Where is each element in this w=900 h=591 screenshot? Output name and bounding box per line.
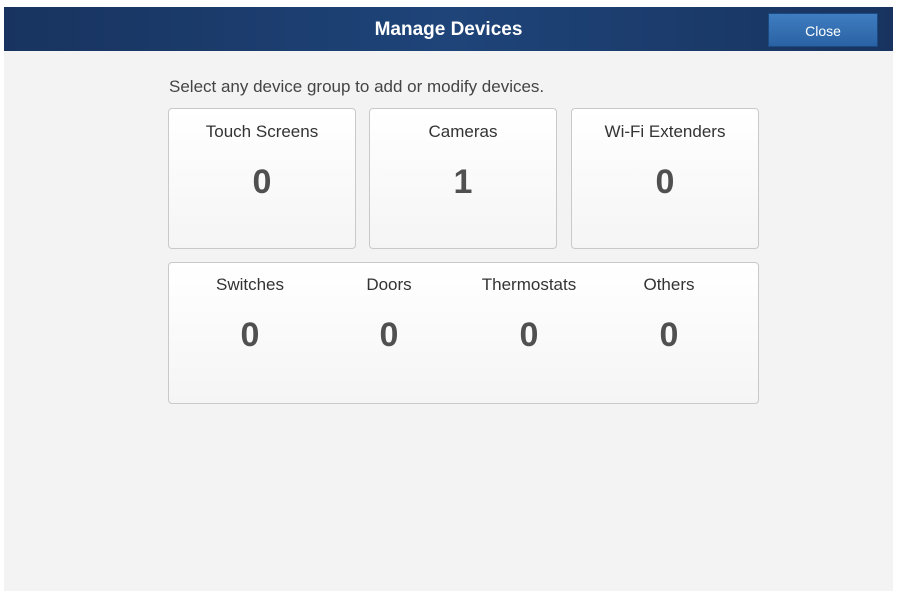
switches-group[interactable]: Switches 0 [180,263,320,403]
dialog-title: Manage Devices [374,19,523,40]
touch-screens-label: Touch Screens [205,122,319,141]
manage-devices-dialog: Manage Devices Close Select any device g… [4,7,893,591]
others-count: 0 [659,316,679,354]
switches-label: Switches [215,275,285,294]
wifi-extenders-label: Wi-Fi Extenders [604,122,726,141]
instruction-text: Select any device group to add or modify… [169,77,545,96]
doors-label: Doors [366,275,412,294]
cameras-label: Cameras [428,122,498,141]
title-bar: Manage Devices Close [4,7,893,51]
others-group[interactable]: Others 0 [599,263,739,403]
close-button[interactable]: Close [768,13,878,47]
doors-group[interactable]: Doors 0 [319,263,459,403]
touch-screens-card[interactable]: Touch Screens 0 [168,108,356,249]
switches-count: 0 [240,316,260,354]
touch-screens-count: 0 [252,163,272,201]
doors-count: 0 [379,316,399,354]
thermostats-count: 0 [519,316,539,354]
other-devices-card[interactable]: Switches 0 Doors 0 Thermostats 0 Others … [168,262,759,404]
wifi-extenders-count: 0 [655,163,675,201]
cameras-count: 1 [453,163,473,201]
thermostats-label: Thermostats [481,275,577,294]
thermostats-group[interactable]: Thermostats 0 [459,263,599,403]
others-label: Others [643,275,695,294]
cameras-card[interactable]: Cameras 1 [369,108,557,249]
wifi-extenders-card[interactable]: Wi-Fi Extenders 0 [571,108,759,249]
